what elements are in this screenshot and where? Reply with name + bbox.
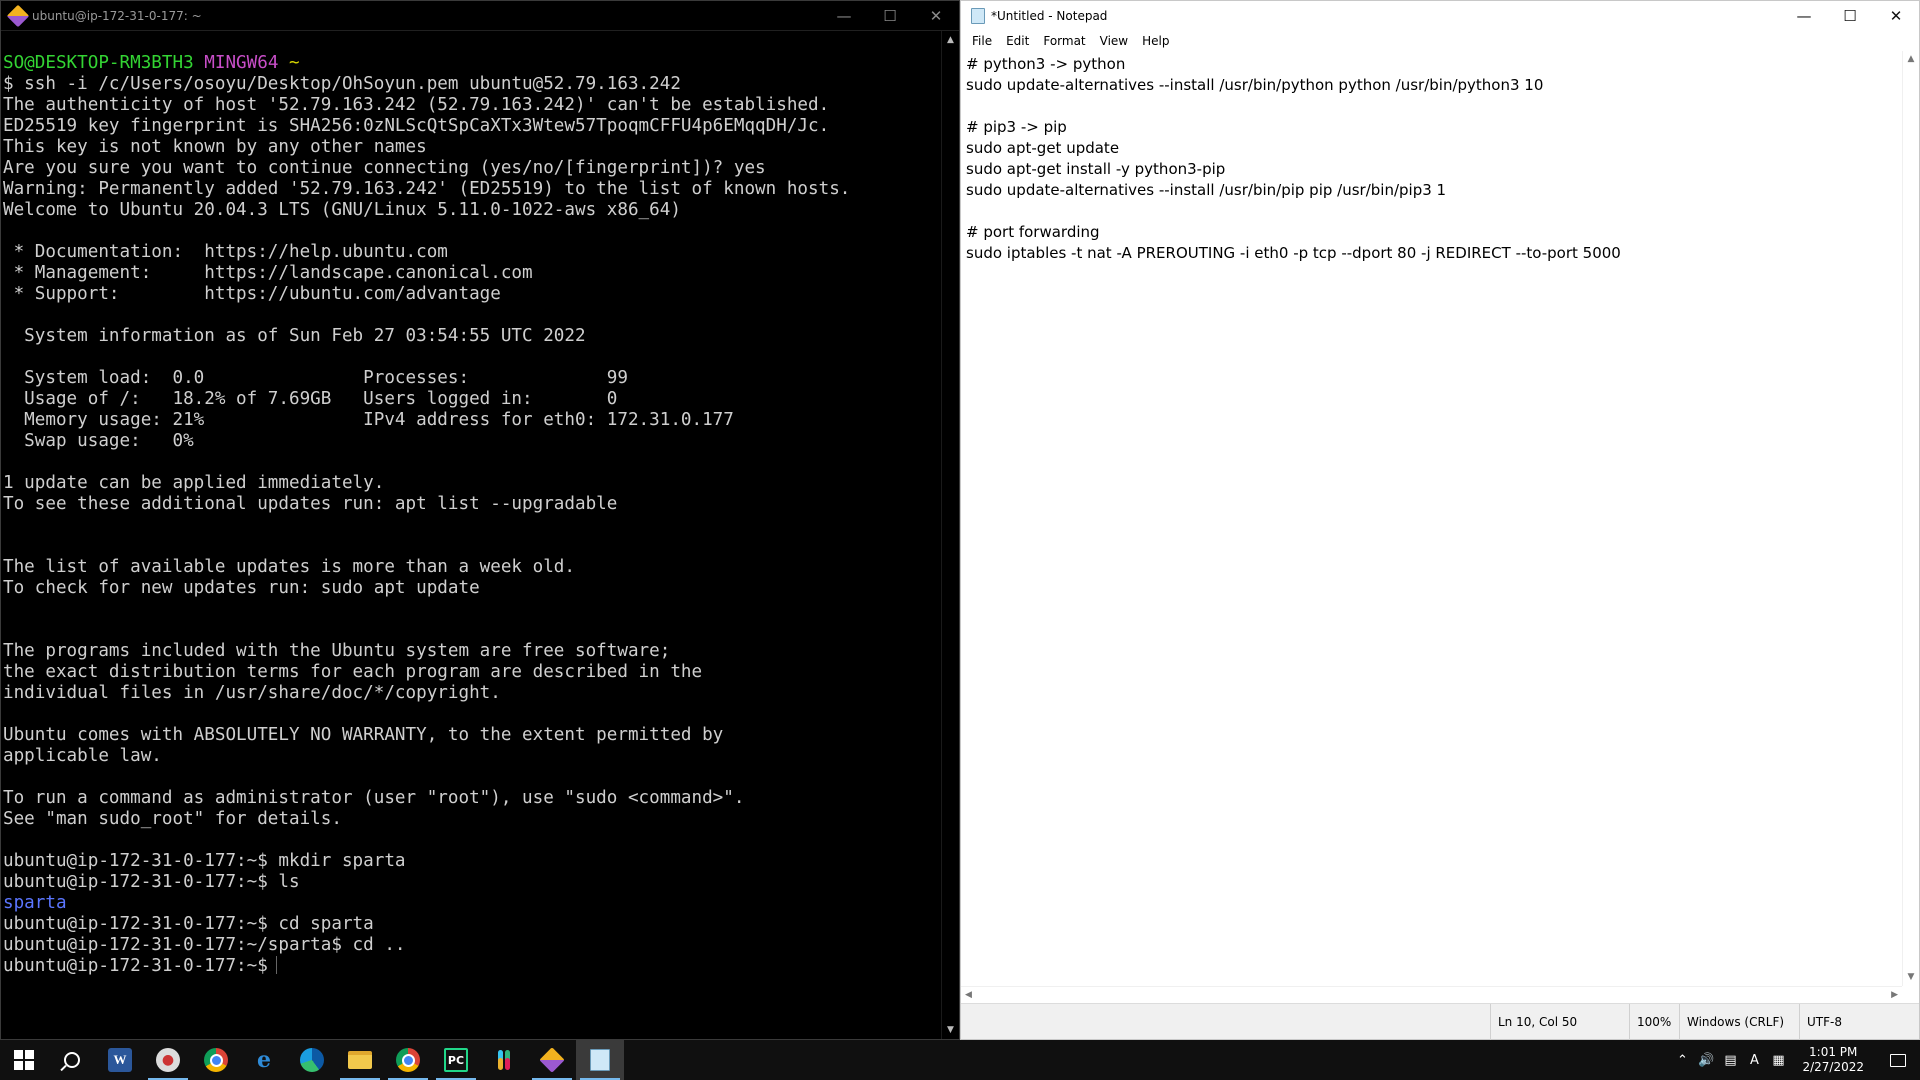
taskbar-edge[interactable] (288, 1040, 336, 1080)
status-cursor-position: Ln 10, Col 50 (1490, 1004, 1590, 1040)
close-button[interactable]: ✕ (913, 1, 959, 31)
prompt-user-host: SO@DESKTOP-RM3BTH3 (3, 53, 194, 73)
windows-logo-icon (14, 1050, 34, 1070)
file-explorer-icon (348, 1051, 372, 1069)
internet-explorer-icon: e (257, 1047, 271, 1073)
clock-date: 2/27/2022 (1802, 1060, 1864, 1074)
notification-center-button[interactable] (1876, 1040, 1920, 1080)
terminal-titlebar[interactable]: ubuntu@ip-172-31-0-177: ~ — ☐ ✕ (1, 1, 959, 31)
slack-icon (492, 1048, 516, 1072)
edge-icon (300, 1048, 324, 1072)
start-button[interactable] (0, 1040, 48, 1080)
search-button[interactable] (48, 1040, 96, 1080)
menu-edit[interactable]: Edit (999, 34, 1036, 48)
notepad-window[interactable]: *Untitled - Notepad — ☐ ✕ File Edit Form… (960, 0, 1920, 1040)
paint-icon: ● (156, 1048, 180, 1072)
search-icon (64, 1052, 80, 1068)
git-bash-icon (539, 1047, 565, 1073)
notification-icon (1890, 1053, 1906, 1067)
notepad-statusbar: Ln 10, Col 50 100% Windows (CRLF) UTF-8 (961, 1003, 1919, 1040)
text-cursor (275, 956, 277, 974)
scroll-down-icon[interactable]: ▼ (942, 1021, 959, 1039)
prompt-dir: ~ (289, 53, 300, 73)
notepad-content[interactable]: # python3 -> python sudo update-alternat… (961, 51, 1902, 264)
scroll-down-icon[interactable]: ▼ (1903, 969, 1919, 986)
git-bash-icon (6, 4, 30, 27)
menu-format[interactable]: Format (1036, 34, 1092, 48)
network-icon[interactable]: ▤ (1718, 1053, 1742, 1068)
terminal-lines-after: ubuntu@ip-172-31-0-177:~$ cd sparta ubun… (3, 914, 406, 955)
terminal-window[interactable]: ubuntu@ip-172-31-0-177: ~ — ☐ ✕ SO@DESKT… (0, 0, 960, 1040)
scroll-up-icon[interactable]: ▲ (1903, 51, 1919, 68)
terminal-title: ubuntu@ip-172-31-0-177: ~ (32, 8, 202, 23)
notepad-title: *Untitled - Notepad (991, 9, 1108, 23)
taskbar-chrome-profile[interactable] (384, 1040, 432, 1080)
menu-help[interactable]: Help (1135, 34, 1176, 48)
notepad-text-area[interactable]: # python3 -> python sudo update-alternat… (961, 51, 1902, 986)
ls-output-dir: sparta (3, 893, 67, 913)
taskbar: W ● e PC ⌃ 🔊 ▤ A ▦ 1:01 PM 2/27/2022 (0, 1040, 1920, 1080)
taskbar-slack[interactable] (480, 1040, 528, 1080)
system-tray: ⌃ 🔊 ▤ A ▦ 1:01 PM 2/27/2022 (1670, 1040, 1920, 1080)
taskbar-chrome[interactable] (192, 1040, 240, 1080)
maximize-button[interactable]: ☐ (1827, 1, 1873, 31)
chrome-profile-icon (396, 1048, 420, 1072)
scroll-up-icon[interactable]: ▲ (942, 31, 959, 49)
taskbar-paint[interactable]: ● (144, 1040, 192, 1080)
input-language-indicator[interactable]: A (1742, 1053, 1766, 1068)
volume-icon[interactable]: 🔊 (1694, 1053, 1718, 1068)
menu-file[interactable]: File (965, 34, 999, 48)
notepad-vertical-scrollbar[interactable]: ▲ ▼ (1902, 51, 1919, 986)
show-hidden-icons-chevron-up-icon[interactable]: ⌃ (1670, 1053, 1694, 1068)
taskbar-notepad[interactable] (576, 1040, 624, 1080)
chrome-icon (204, 1048, 228, 1072)
taskbar-clock[interactable]: 1:01 PM 2/27/2022 (1790, 1045, 1876, 1075)
status-line-ending: Windows (CRLF) (1679, 1004, 1799, 1040)
taskbar-internet-explorer[interactable]: e (240, 1040, 288, 1080)
close-button[interactable]: ✕ (1873, 1, 1919, 31)
taskbar-word[interactable]: W (96, 1040, 144, 1080)
pycharm-icon: PC (444, 1048, 468, 1072)
maximize-button[interactable]: ☐ (867, 1, 913, 31)
notepad-titlebar[interactable]: *Untitled - Notepad — ☐ ✕ (961, 1, 1919, 31)
terminal-output[interactable]: SO@DESKTOP-RM3BTH3 MINGW64 ~ $ ssh -i /c… (3, 31, 941, 1039)
taskbar-file-explorer[interactable] (336, 1040, 384, 1080)
notepad-icon (971, 8, 985, 24)
word-icon: W (108, 1048, 132, 1072)
prompt-env: MINGW64 (204, 53, 279, 73)
menu-view[interactable]: View (1093, 34, 1135, 48)
notepad-horizontal-scrollbar[interactable]: ◀ ▶ (961, 986, 1902, 1003)
terminal-lines: $ ssh -i /c/Users/osoyu/Desktop/OhSoyun.… (3, 74, 851, 892)
status-encoding: UTF-8 (1799, 1004, 1909, 1040)
notepad-icon (590, 1049, 610, 1071)
clock-time: 1:01 PM (1809, 1045, 1858, 1059)
ime-icon[interactable]: ▦ (1766, 1053, 1790, 1068)
minimize-button[interactable]: — (821, 1, 867, 31)
taskbar-pycharm[interactable]: PC (432, 1040, 480, 1080)
terminal-scrollbar[interactable]: ▲ ▼ (941, 31, 959, 1039)
minimize-button[interactable]: — (1781, 1, 1827, 31)
taskbar-git-bash[interactable] (528, 1040, 576, 1080)
current-prompt: ubuntu@ip-172-31-0-177:~$ (3, 956, 268, 976)
scroll-right-icon[interactable]: ▶ (1891, 990, 1898, 1000)
status-zoom: 100% (1629, 1004, 1679, 1040)
scroll-left-icon[interactable]: ◀ (965, 990, 972, 1000)
notepad-menubar: File Edit Format View Help (961, 31, 1919, 51)
